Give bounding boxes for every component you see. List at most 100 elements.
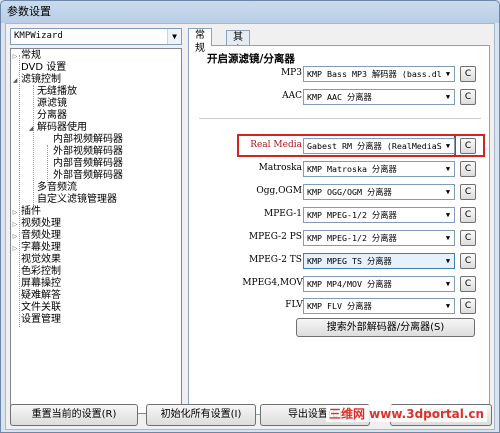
chevron-down-icon[interactable]: ▼ — [442, 139, 454, 153]
tree-item-label: 外部视频解码器 — [53, 146, 123, 157]
decoder-select[interactable]: KMP Matroska 分离器 ▼ — [303, 161, 455, 177]
profile-select[interactable]: KMPWizard ▼ — [10, 28, 182, 45]
chevron-down-icon[interactable]: ▼ — [442, 162, 454, 176]
tree-item-external-video-decoder[interactable]: 外部视频解码器 — [53, 146, 123, 158]
chevron-down-icon[interactable]: ▼ — [442, 277, 454, 291]
tree-item-screen-control[interactable]: 屏幕操控 — [21, 278, 61, 290]
expand-icon[interactable]: ▷ — [11, 51, 19, 63]
tree-item-splitter[interactable]: 分离器 — [37, 110, 67, 122]
config-button[interactable]: C — [460, 89, 476, 105]
tree-item-label: 色彩控制 — [21, 266, 61, 277]
search-external-decoders-button[interactable]: 搜索外部解码器/分离器(S) — [296, 318, 475, 337]
tree-item-external-audio-decoder[interactable]: 外部音频解码器 — [53, 170, 123, 182]
init-all-button[interactable]: 初始化所有设置(I) — [146, 404, 256, 426]
tree-item-label: 外部音频解码器 — [53, 170, 123, 181]
tree-item-audio-processing[interactable]: ▷ 音频处理 — [11, 230, 61, 242]
tree-item-label: 文件关联 — [21, 302, 61, 313]
select-value: KMP MPEG TS 分离器 — [307, 256, 392, 266]
chevron-down-icon[interactable]: ▼ — [167, 29, 181, 44]
select-value: KMP AAC 分离器 — [307, 92, 372, 102]
tree-item-label: 滤镜控制 — [21, 74, 61, 85]
select-value: KMP MPEG-1/2 分离器 — [307, 210, 397, 220]
tree-item-video-processing[interactable]: ▷ 视频处理 — [11, 218, 61, 230]
tree-item-visual-effects[interactable]: 视觉效果 — [21, 254, 61, 266]
decoder-select[interactable]: KMP MPEG-1/2 分离器 ▼ — [303, 230, 455, 246]
tree-item-troubleshooting[interactable]: 疑难解答 — [21, 290, 61, 302]
tree-item-filter-control[interactable]: ◢ 滤镜控制 — [11, 74, 61, 86]
collapse-icon[interactable]: ◢ — [27, 123, 35, 135]
row-flv: FLV: KMP FLV 分离器 ▼ C — [189, 298, 491, 315]
row-label: MPEG4,MOV: — [242, 278, 305, 288]
row-mpeg2-ts: MPEG-2 TS: KMP MPEG TS 分离器 ▼ C — [189, 253, 491, 270]
chevron-down-icon[interactable]: ▼ — [442, 208, 454, 222]
tree-item-multi-audio[interactable]: 多音频流 — [37, 182, 77, 194]
select-value: KMP OGG/OGM 分离器 — [307, 187, 392, 197]
tree-guide — [47, 145, 48, 183]
tree-item-subtitle-processing[interactable]: ▷ 字幕处理 — [11, 242, 61, 254]
tree-item-file-association[interactable]: 文件关联 — [21, 302, 61, 314]
row-matroska: Matroska: KMP Matroska 分离器 ▼ C — [189, 161, 491, 178]
tree-item-internal-video-decoder[interactable]: 内部视频解码器 — [53, 134, 123, 146]
decoder-select[interactable]: KMP MPEG-1/2 分离器 ▼ — [303, 207, 455, 223]
decoder-select[interactable]: KMP OGG/OGM 分离器 ▼ — [303, 184, 455, 200]
watermark: 三维网 www.3dportal.cn — [326, 405, 488, 422]
tree-item-label: 视频处理 — [21, 218, 61, 229]
chevron-down-icon[interactable]: ▼ — [442, 185, 454, 199]
tree-item-internal-audio-decoder[interactable]: 内部音频解码器 — [53, 158, 123, 170]
tab-other[interactable]: 其它 — [226, 30, 250, 56]
tree-item-label: 内部音频解码器 — [53, 158, 123, 169]
row-label: Ogg,OGM: — [256, 186, 305, 196]
chevron-down-icon[interactable]: ▼ — [442, 231, 454, 245]
config-button[interactable]: C — [460, 230, 476, 246]
decoder-select[interactable]: KMP FLV 分离器 ▼ — [303, 298, 455, 314]
select-value: Gabest RM 分离器 (RealMediaS — [307, 141, 442, 151]
select-value: KMP Bass MP3 解码器 (bass.dl — [307, 69, 442, 79]
config-button[interactable]: C — [460, 161, 476, 177]
tree-item-general[interactable]: ▷ 常规 — [11, 50, 41, 62]
tree-item-decoder-usage[interactable]: ◢ 解码器使用 — [27, 122, 87, 134]
tree-item-source-filter[interactable]: 源滤镜 — [37, 98, 67, 110]
tree-item-label: 插件 — [21, 206, 41, 217]
tree-item-label: 音频处理 — [21, 230, 61, 241]
tree-item-color-control[interactable]: 色彩控制 — [21, 266, 61, 278]
tree-item-custom-filter-manager[interactable]: 自定义滤镜管理器 — [37, 194, 117, 206]
row-mpeg4-mov: MPEG4,MOV: KMP MP4/MOV 分离器 ▼ C — [189, 276, 491, 293]
tree-item-seamless[interactable]: 无缝播放 — [37, 86, 77, 98]
row-mp3: MP3: KMP Bass MP3 解码器 (bass.dl ▼ C — [189, 66, 491, 83]
decoder-select[interactable]: Gabest RM 分离器 (RealMediaS ▼ — [303, 138, 455, 154]
decoder-select[interactable]: KMP MP4/MOV 分离器 ▼ — [303, 276, 455, 292]
tree-item-plugins[interactable]: ▷ 插件 — [11, 206, 41, 218]
row-mpeg1: MPEG-1: KMP MPEG-1/2 分离器 ▼ C — [189, 207, 491, 224]
config-button[interactable]: C — [460, 184, 476, 200]
config-button[interactable]: C — [460, 66, 476, 82]
tree-item-label: 解码器使用 — [37, 122, 87, 133]
row-label: MP3: — [280, 68, 305, 78]
config-button[interactable]: C — [460, 298, 476, 314]
chevron-down-icon[interactable]: ▼ — [442, 90, 454, 104]
decoder-select[interactable]: KMP AAC 分离器 ▼ — [303, 89, 455, 105]
client-area: KMPWizard ▼ ▷ 常规 DVD 设置 ◢ 滤镜控制 无缝播放 源滤镜 分离… — [5, 23, 495, 430]
chevron-down-icon[interactable]: ▼ — [442, 254, 454, 268]
tree-item-settings-management[interactable]: 设置管理 — [21, 314, 61, 326]
chevron-down-icon[interactable]: ▼ — [442, 67, 454, 81]
chevron-down-icon[interactable]: ▼ — [442, 299, 454, 313]
tree-guide — [19, 55, 20, 327]
splitter-panel: 开启源滤镜/分离器 MP3: KMP Bass MP3 解码器 (bass.dl… — [188, 45, 490, 415]
tree-item-label: 设置管理 — [21, 314, 61, 325]
config-button[interactable]: C — [460, 253, 476, 269]
config-button[interactable]: C — [460, 207, 476, 223]
window-title: 参数设置 — [7, 5, 51, 18]
config-button[interactable]: C — [460, 138, 476, 154]
tree-item-dvd[interactable]: DVD 设置 — [21, 62, 66, 74]
config-button[interactable]: C — [460, 276, 476, 292]
reset-current-button[interactable]: 重置当前的设置(R) — [10, 404, 138, 426]
expand-icon[interactable]: ▷ — [11, 243, 19, 255]
settings-tree: ▷ 常规 DVD 设置 ◢ 滤镜控制 无缝播放 源滤镜 分离器 ◢ 解码器使用 内部视… — [10, 48, 182, 414]
decoder-select[interactable]: KMP MPEG TS 分离器 ▼ — [303, 253, 455, 269]
section-title: 开启源滤镜/分离器 — [207, 53, 295, 65]
tab-general[interactable]: 常规 — [188, 28, 212, 54]
collapse-icon[interactable]: ◢ — [11, 75, 19, 87]
select-value: KMP Matroska 分离器 — [307, 164, 397, 174]
decoder-select[interactable]: KMP Bass MP3 解码器 (bass.dl ▼ — [303, 66, 455, 82]
tree-item-label: 疑难解答 — [21, 290, 61, 301]
